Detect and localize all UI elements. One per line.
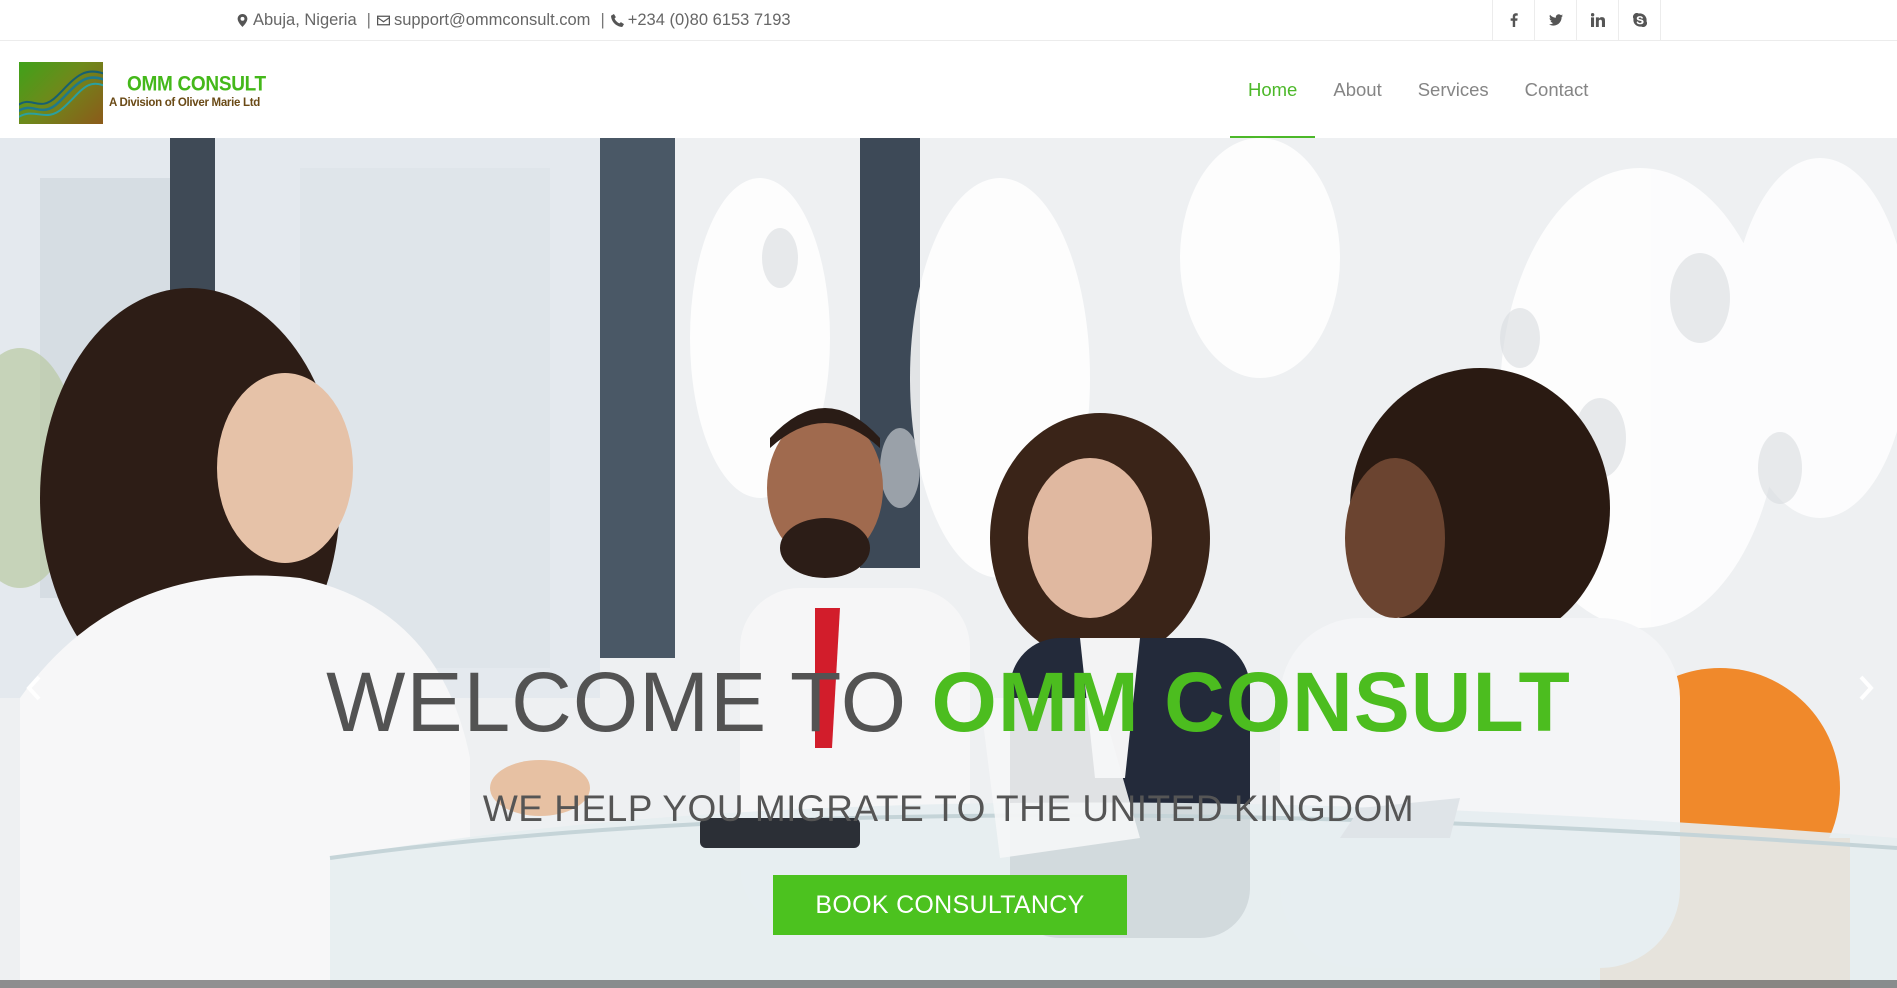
book-consultancy-button[interactable]: BOOK CONSULTANCY	[773, 875, 1127, 935]
hero-title: WELCOME TO OMM CONSULT	[0, 654, 1897, 751]
main-nav: Home About Services Contact	[1230, 41, 1606, 138]
logo-text: OMM CONSULT A Division of Oliver Marie L…	[109, 72, 266, 109]
nav-item-services[interactable]: Services	[1400, 41, 1507, 138]
nav-item-home[interactable]: Home	[1230, 41, 1316, 138]
hero-subtitle: WE HELP YOU MIGRATE TO THE UNITED KINGDO…	[482, 788, 1415, 829]
phone-link[interactable]: +234 (0)80 6153 7193	[628, 11, 791, 30]
phone-item[interactable]: +234 (0)80 6153 7193	[610, 11, 791, 30]
facebook-icon[interactable]	[1493, 0, 1535, 40]
separator: |	[600, 10, 605, 29]
nav-item-about[interactable]: About	[1315, 41, 1399, 138]
location-text: Abuja, Nigeria	[253, 10, 357, 29]
email-link[interactable]: support@ommconsult.com	[394, 11, 591, 30]
site-header: OMM CONSULT A Division of Oliver Marie L…	[0, 41, 1897, 138]
hero-title-prefix: WELCOME TO	[326, 655, 932, 749]
envelope-icon	[376, 15, 390, 25]
email-item[interactable]: support@ommconsult.com	[376, 11, 591, 30]
social-links	[1492, 0, 1661, 40]
separator: |	[366, 10, 371, 29]
top-bar: Abuja, Nigeria | support@ommconsult.com …	[0, 0, 1897, 41]
skype-icon[interactable]	[1619, 0, 1661, 40]
hero-title-accent: OMM CONSULT	[931, 655, 1571, 749]
nav-item-contact[interactable]: Contact	[1507, 41, 1607, 138]
site-logo[interactable]: OMM CONSULT A Division of Oliver Marie L…	[19, 62, 266, 124]
location-item: Abuja, Nigeria	[236, 11, 357, 30]
map-marker-icon	[237, 13, 248, 27]
contact-info: Abuja, Nigeria | support@ommconsult.com …	[236, 0, 791, 40]
logo-title: OMM CONSULT	[127, 72, 266, 97]
logo-subtitle: A Division of Oliver Marie Ltd	[109, 97, 260, 109]
phone-icon	[610, 13, 624, 27]
twitter-icon[interactable]	[1535, 0, 1577, 40]
hero-slider: WELCOME TO OMM CONSULT WE HELP YOU MIGRA…	[0, 138, 1897, 988]
hero-background-image	[0, 138, 1897, 988]
linkedin-icon[interactable]	[1577, 0, 1619, 40]
logo-wave-icon	[19, 62, 103, 124]
